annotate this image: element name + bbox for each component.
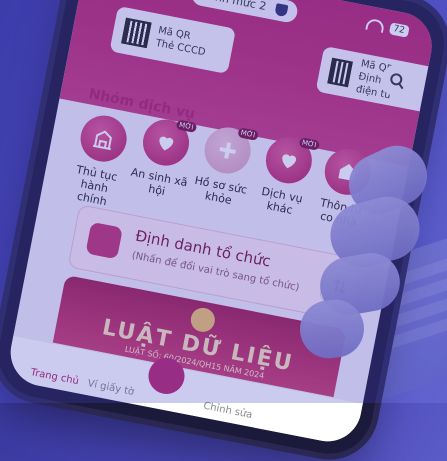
service-label: Dịch vụ khác: [260, 184, 304, 217]
heart-icon: MỚI: [261, 133, 321, 188]
nav-wallet[interactable]: Ví giấy tờ: [87, 378, 135, 398]
service-label: Thủ tục hành chính: [75, 163, 119, 209]
wifi-icon: [364, 17, 385, 33]
qr-card-identity[interactable]: Mã QR Định danh điện tử: [315, 46, 438, 115]
search-icon: [390, 73, 404, 90]
service-item-social-security[interactable]: MỚI An sinh xã hội: [127, 114, 199, 202]
heart-hand-icon: MỚI: [139, 115, 198, 170]
level-label: danh mức 2: [200, 0, 268, 14]
battery-indicator: 72: [388, 22, 410, 38]
service-item-health-records[interactable]: MỚI Hồ sơ sức khỏe: [189, 122, 261, 210]
qr-card-cccd[interactable]: Mã QR Thẻ CCCD: [109, 5, 236, 74]
service-item-procedures[interactable]: Thủ tục hành chính: [62, 110, 136, 210]
status-icons: 72: [364, 17, 410, 38]
level-pill[interactable]: danh mức 2: [189, 0, 300, 24]
service-label: Hồ sơ sức khỏe: [193, 173, 249, 208]
shield-icon: [274, 3, 289, 18]
building-icon: [76, 111, 131, 166]
service-label: An sinh xã hội: [129, 165, 189, 199]
org-icon: [85, 221, 123, 260]
national-emblem-icon: [188, 305, 217, 334]
nav-settings[interactable]: Chỉnh sửa: [202, 401, 253, 421]
nav-home[interactable]: Trang chủ: [30, 367, 80, 387]
qr-code-icon: [327, 57, 354, 88]
qr-code-icon: [121, 17, 152, 49]
health-icon: MỚI: [200, 123, 259, 178]
